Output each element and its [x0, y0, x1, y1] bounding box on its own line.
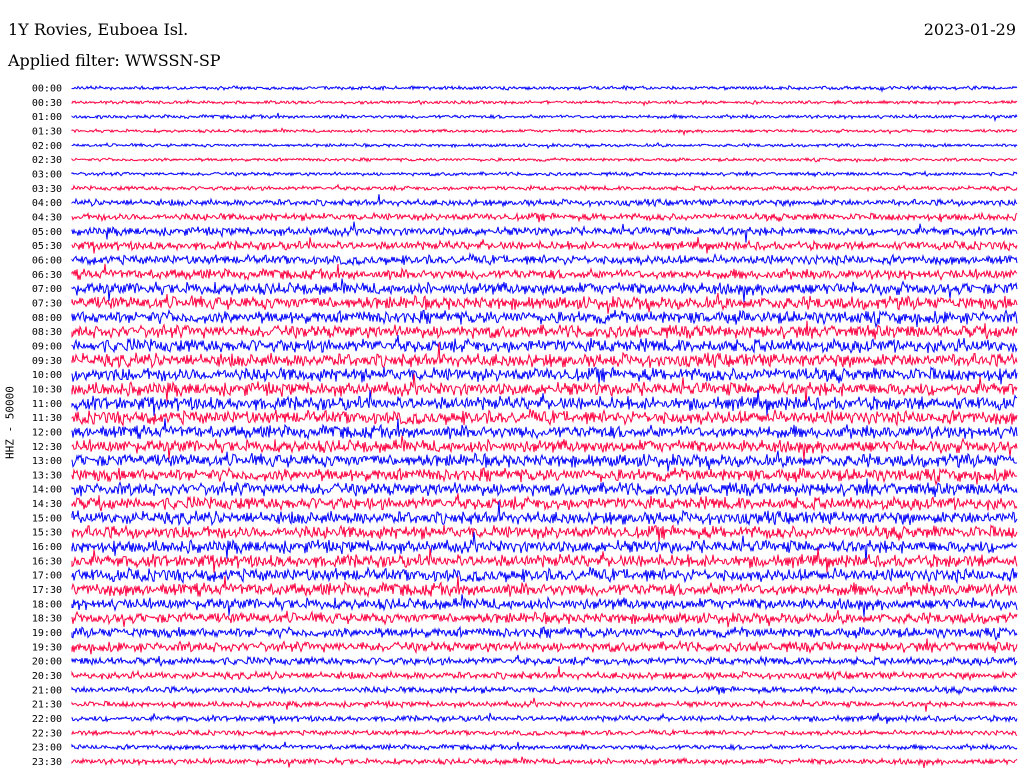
trace-0300 — [71, 169, 1018, 178]
trace-0800 — [71, 308, 1018, 329]
trace-2300 — [71, 741, 1018, 752]
trace-2130 — [71, 697, 1018, 712]
row-time-label: 10:00 — [32, 370, 62, 381]
trace-0230 — [71, 156, 1018, 164]
trace-0730 — [71, 292, 1018, 314]
row-time-label: 15:00 — [32, 513, 62, 524]
row-time-label: 12:30 — [32, 442, 62, 453]
row-time-label: 14:30 — [32, 499, 62, 510]
row-time-label: 13:30 — [32, 470, 62, 481]
row-time-label: 18:00 — [32, 599, 62, 610]
trace-0600 — [71, 252, 1018, 267]
row-time-label: 21:30 — [32, 700, 62, 711]
row-time-label: 08:00 — [32, 313, 62, 324]
trace-2030 — [71, 666, 1018, 682]
trace-0200 — [71, 141, 1018, 150]
row-time-label: 06:30 — [32, 270, 62, 281]
row-time-label: 17:30 — [32, 585, 62, 596]
trace-0430 — [71, 211, 1018, 223]
row-time-label: 06:00 — [32, 255, 62, 266]
row-time-label: 15:30 — [32, 528, 62, 539]
row-time-label: 11:30 — [32, 413, 62, 424]
trace-0500 — [71, 221, 1018, 243]
trace-1600 — [71, 532, 1018, 564]
trace-0400 — [71, 194, 1018, 209]
trace-1430 — [71, 493, 1018, 512]
row-time-label: 05:30 — [32, 241, 62, 252]
row-time-label: 20:30 — [32, 671, 62, 682]
row-time-label: 20:00 — [32, 657, 62, 668]
trace-0530 — [71, 237, 1018, 254]
row-time-label: 03:00 — [32, 169, 62, 180]
row-time-label: 21:00 — [32, 685, 62, 696]
trace-1400 — [71, 478, 1018, 498]
trace-0000 — [71, 84, 1018, 93]
row-time-label: 02:00 — [32, 141, 62, 152]
trace-1330 — [71, 466, 1018, 486]
helicorder-plot: 00:00 00:30 01:00 01:30 02:00 02:30 03:00 03:30… — [32, 84, 1018, 768]
trace-1530 — [71, 524, 1018, 542]
row-time-label: 04:00 — [32, 198, 62, 209]
row-time-label: 04:30 — [32, 212, 62, 223]
row-time-label: 05:00 — [32, 227, 62, 238]
trace-1930 — [71, 638, 1018, 655]
row-time-label: 14:00 — [32, 485, 62, 496]
row-time-label: 19:00 — [32, 628, 62, 639]
row-time-label: 22:30 — [32, 728, 62, 739]
row-time-label: 19:30 — [32, 642, 62, 653]
trace-1830 — [71, 609, 1018, 628]
row-time-label: 01:30 — [32, 126, 62, 137]
trace-1000 — [71, 366, 1018, 385]
row-time-label: 22:00 — [32, 714, 62, 725]
trace-0330 — [71, 183, 1018, 193]
trace-0100 — [71, 112, 1018, 123]
trace-1900 — [71, 625, 1018, 642]
row-time-label: 09:00 — [32, 341, 62, 352]
trace-2000 — [71, 654, 1018, 668]
row-time-label: 02:30 — [32, 155, 62, 166]
trace-2200 — [71, 712, 1018, 724]
trace-2100 — [71, 684, 1018, 696]
row-time-label: 03:30 — [32, 184, 62, 195]
trace-0130 — [71, 127, 1018, 137]
trace-2230 — [71, 728, 1018, 738]
row-time-label: 12:00 — [32, 427, 62, 438]
trace-1630 — [71, 548, 1018, 573]
row-time-label: 17:00 — [32, 571, 62, 582]
row-time-label: 00:00 — [32, 84, 62, 95]
row-time-label: 11:00 — [32, 399, 62, 410]
trace-0630 — [71, 263, 1018, 282]
row-time-label: 18:30 — [32, 614, 62, 625]
row-time-label: 23:30 — [32, 757, 62, 768]
row-time-label: 13:00 — [32, 456, 62, 467]
row-time-label: 08:30 — [32, 327, 62, 338]
row-time-label: 16:30 — [32, 556, 62, 567]
row-time-label: 23:00 — [32, 743, 62, 754]
row-time-label: 07:30 — [32, 298, 62, 309]
trace-0030 — [71, 98, 1018, 107]
row-time-label: 00:30 — [32, 98, 62, 109]
trace-1300 — [71, 450, 1018, 472]
trace-1230 — [71, 435, 1018, 461]
trace-1130 — [71, 408, 1018, 428]
row-time-label: 16:00 — [32, 542, 62, 553]
row-time-label: 07:00 — [32, 284, 62, 295]
row-time-label: 10:30 — [32, 384, 62, 395]
row-time-label: 09:30 — [32, 356, 62, 367]
trace-2330 — [71, 756, 1018, 768]
row-time-label: 01:00 — [32, 112, 62, 123]
